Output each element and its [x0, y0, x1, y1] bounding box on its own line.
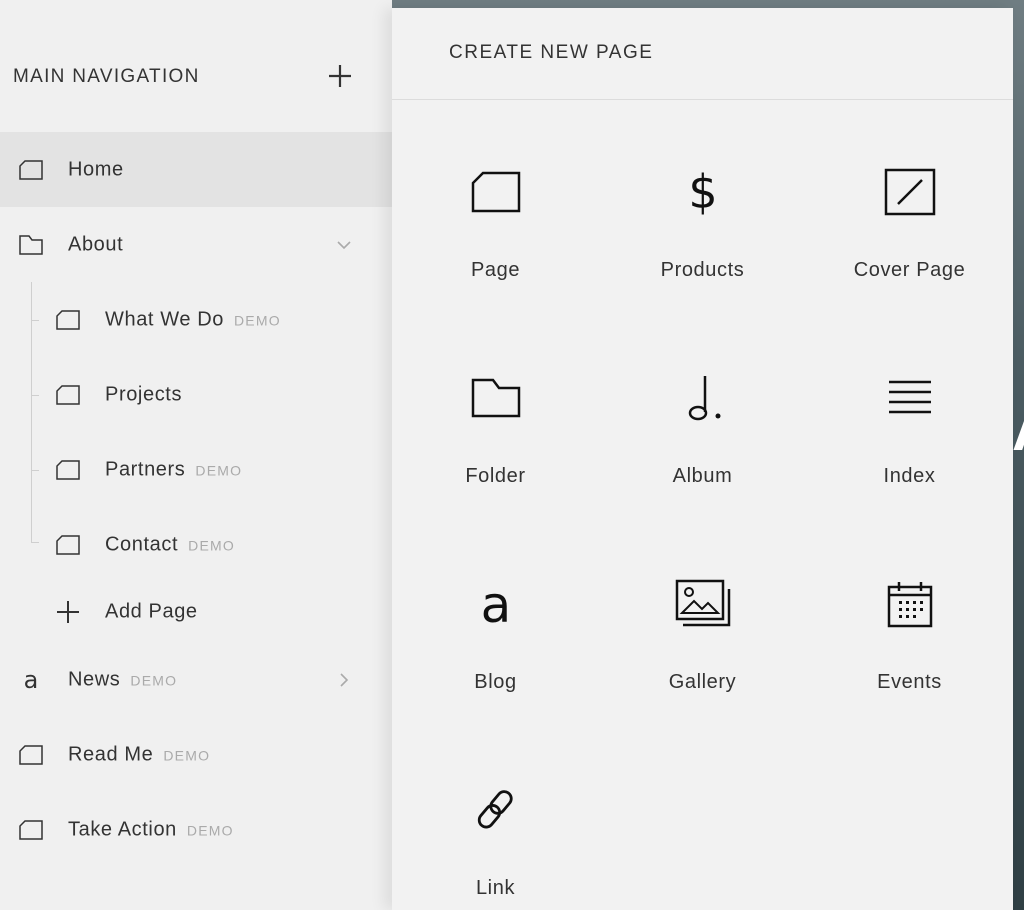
svg-text:a: a [24, 667, 39, 693]
nav-item-label: Home [68, 158, 124, 180]
nav-item-text: Take Action [68, 818, 177, 840]
page-icon [18, 742, 44, 768]
page-type-folder[interactable]: Folder [392, 306, 599, 512]
nav-item-text: Partners [105, 458, 186, 480]
page-type-index[interactable]: Index [806, 306, 1013, 512]
page-icon [55, 382, 81, 408]
nav-item-text: Read Me [68, 743, 154, 765]
blog-icon: a [468, 576, 524, 632]
music-note-icon [675, 370, 731, 426]
page-icon [55, 457, 81, 483]
page-icon [468, 164, 524, 220]
create-new-page-panel: CREATE NEW PAGE Page $ Products Cover Pa… [392, 8, 1013, 910]
page-type-label: Products [660, 259, 745, 281]
page-icon [18, 817, 44, 843]
chevron-down-icon[interactable] [336, 237, 352, 253]
demo-badge: DEMO [130, 672, 178, 688]
nav-item-text: What We Do [105, 308, 224, 330]
nav-item-contact[interactable]: Contact DEMO [0, 507, 392, 582]
demo-badge: DEMO [188, 537, 235, 553]
demo-badge: DEMO [195, 462, 243, 478]
nav-item-text: Contact [105, 533, 179, 555]
page-icon [55, 532, 81, 558]
page-type-label: Blog [474, 671, 517, 693]
navigation-list: Home About What We Do DEMO Projects Part… [0, 132, 392, 867]
add-page-plus-icon[interactable] [326, 62, 354, 90]
page-type-label: Index [883, 465, 936, 487]
page-type-label: Folder [465, 465, 526, 487]
nav-item-label: Contact DEMO [105, 533, 235, 556]
nav-item-home[interactable]: Home [0, 132, 392, 207]
site-preview-letter: A [1012, 400, 1024, 460]
demo-badge: DEMO [163, 747, 211, 763]
cover-page-icon [882, 164, 938, 220]
page-type-label: Page [470, 259, 521, 281]
demo-badge: DEMO [234, 312, 281, 328]
nav-item-label: What We Do DEMO [105, 308, 281, 331]
nav-item-news[interactable]: a News DEMO [0, 642, 392, 717]
page-type-label: Events [877, 671, 942, 693]
page-type-products[interactable]: $ Products [599, 100, 806, 306]
nav-item-label: Read Me DEMO [68, 743, 210, 766]
panel-header: CREATE NEW PAGE [392, 8, 1013, 100]
chevron-right-icon[interactable] [336, 672, 352, 688]
page-type-events[interactable]: Events [806, 512, 1013, 718]
add-page-label: Add Page [105, 600, 198, 623]
gallery-icon [675, 576, 731, 632]
nav-item-projects[interactable]: Projects [0, 357, 392, 432]
page-type-label: Gallery [668, 671, 737, 693]
folder-icon [18, 232, 44, 258]
panel-title: CREATE NEW PAGE [449, 42, 654, 63]
add-page-button[interactable]: Add Page [0, 582, 392, 642]
folder-icon [468, 370, 524, 426]
page-type-label: Cover Page [853, 259, 966, 281]
about-subpages: What We Do DEMO Projects Partners DEMO Con… [0, 282, 392, 642]
main-navigation-sidebar: MAIN NAVIGATION Home About What We Do DE… [0, 0, 392, 910]
nav-item-label: About [68, 233, 124, 255]
nav-item-what-we-do[interactable]: What We Do DEMO [0, 282, 392, 357]
nav-item-label: News DEMO [68, 668, 177, 691]
page-type-label: Link [475, 877, 516, 899]
page-type-link[interactable]: Link [392, 718, 599, 910]
demo-badge: DEMO [186, 822, 234, 838]
nav-item-take-action[interactable]: Take Action DEMO [0, 792, 392, 867]
page-type-cover-page[interactable]: Cover Page [806, 100, 1013, 306]
nav-item-text: News [68, 668, 121, 690]
dollar-icon: $ [675, 164, 731, 220]
svg-text:a: a [480, 578, 511, 630]
page-icon [18, 157, 44, 183]
main-navigation-header: MAIN NAVIGATION [0, 0, 392, 132]
nav-item-read-me[interactable]: Read Me DEMO [0, 717, 392, 792]
nav-item-label: Projects [105, 383, 183, 405]
page-type-page[interactable]: Page [392, 100, 599, 306]
index-lines-icon [882, 370, 938, 426]
page-type-blog[interactable]: a Blog [392, 512, 599, 718]
nav-item-label: Partners DEMO [105, 458, 242, 481]
page-type-gallery[interactable]: Gallery [599, 512, 806, 718]
nav-item-about[interactable]: About [0, 207, 392, 282]
page-icon [55, 307, 81, 333]
link-icon [468, 782, 524, 838]
page-type-label: Album [672, 465, 733, 487]
calendar-icon [882, 576, 938, 632]
main-navigation-title: MAIN NAVIGATION [13, 66, 200, 87]
plus-icon [55, 599, 81, 625]
page-type-album[interactable]: Album [599, 306, 806, 512]
svg-text:$: $ [688, 166, 717, 218]
blog-icon: a [18, 667, 44, 693]
nav-item-partners[interactable]: Partners DEMO [0, 432, 392, 507]
nav-item-label: Take Action DEMO [68, 818, 234, 841]
